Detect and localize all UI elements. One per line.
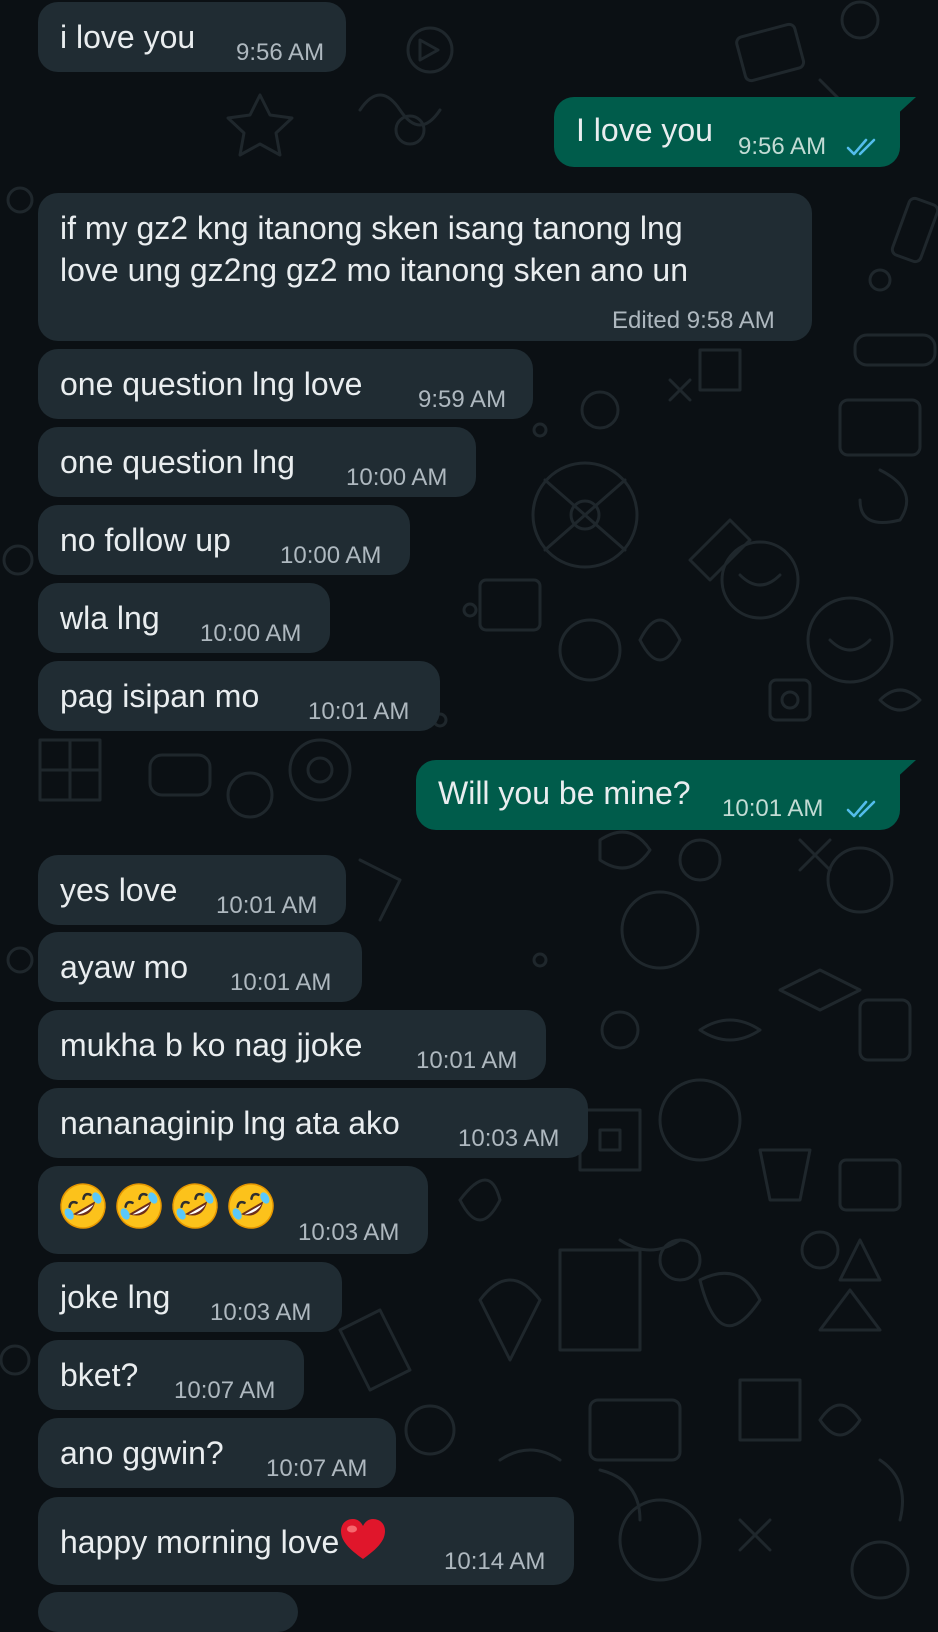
message-time: 10:01 AM [230,969,332,996]
message-bubble-incoming[interactable]: yes love 10:01 AM [38,855,346,925]
message-text: nananaginip lng ata ako [60,1105,400,1141]
message-time: 9:56 AM [738,133,827,160]
message-time: 10:01 AM [416,1047,518,1074]
message-bubble-incoming[interactable]: ayaw mo 10:01 AM [38,932,362,1002]
rolling-laughing-emoji-icon [228,1183,274,1229]
message-bubble-outgoing[interactable]: Will you be mine? 10:01 AM [416,760,916,830]
message-time: 10:01 AM [308,698,410,725]
message-text: Will you be mine? [438,775,691,811]
chat-messages[interactable]: i love you 9:56 AM I love you 9:56 AM if… [0,0,938,1632]
message-bubble-incoming[interactable]: one question lng love 9:59 AM [38,349,533,419]
message-bubble-incoming[interactable]: 10:03 AM [38,1166,428,1254]
message-bubble-incoming[interactable]: nananaginip lng ata ako 10:03 AM [38,1088,588,1158]
message-text: one question lng [60,444,295,480]
message-time: 10:03 AM [210,1299,312,1326]
message-text: ano ggwin? [60,1435,224,1471]
message-bubble-incoming[interactable]: if my gz2 kng itanong sken isang tanong … [38,193,812,341]
message-bubble-incoming[interactable]: pag isipan mo 10:01 AM [38,661,440,731]
double-check-read-icon [846,138,876,156]
message-edited-time: Edited 9:58 AM [612,307,775,334]
message-text: wla lng [60,600,160,636]
message-time: 10:07 AM [266,1455,368,1482]
message-text: yes love [60,872,178,908]
message-text: one question lng love [60,366,363,402]
message-time: 10:01 AM [722,795,824,822]
rolling-laughing-emoji-icon [116,1183,162,1229]
message-text-with-emoji: happy morning love [60,1517,387,1563]
message-time: 9:59 AM [418,386,507,413]
message-bubble-incoming[interactable]: bket? 10:07 AM [38,1340,304,1410]
message-bubble-incoming[interactable]: ano ggwin? 10:07 AM [38,1418,396,1488]
message-time: 10:14 AM [444,1548,546,1575]
rolling-laughing-emoji-icon [172,1183,218,1229]
message-text: bket? [60,1357,139,1393]
message-bubble-incoming[interactable]: mukha b ko nag jjoke 10:01 AM [38,1010,546,1080]
message-time: 10:01 AM [216,892,318,919]
message-bubble-incoming[interactable]: one question lng 10:00 AM [38,427,476,497]
rolling-laughing-emoji-icon [60,1183,106,1229]
message-time: 10:00 AM [200,620,302,647]
red-heart-emoji-icon [341,1519,386,1559]
message-bubble-incoming-partial[interactable] [38,1592,298,1632]
message-text: happy morning love [60,1524,340,1560]
message-time: 10:03 AM [298,1219,400,1246]
double-check-read-icon [846,800,876,818]
message-time: 10:03 AM [458,1125,560,1152]
message-bubble-outgoing[interactable]: I love you 9:56 AM [554,97,916,167]
message-bubble-incoming[interactable]: no follow up 10:00 AM [38,505,410,575]
message-text-line: if my gz2 kng itanong sken isang tanong … [60,210,683,246]
message-bubble-incoming[interactable]: happy morning love 10:14 AM [38,1497,574,1585]
message-bubble-incoming[interactable]: i love you 9:56 AM [38,2,346,72]
message-time: 9:56 AM [236,39,325,66]
message-text: joke lng [60,1279,171,1315]
message-time: 10:07 AM [174,1377,276,1404]
message-text: I love you [576,112,713,148]
message-text: mukha b ko nag jjoke [60,1027,363,1063]
message-text: pag isipan mo [60,678,260,714]
message-bubble-incoming[interactable]: wla lng 10:00 AM [38,583,330,653]
message-time: 10:00 AM [346,464,448,491]
message-text: i love you [60,19,196,55]
emoji-row [58,1181,282,1231]
bubble-tail-icon [892,760,916,782]
message-text-line: love ung gz2ng gz2 mo itanong sken ano u… [60,252,689,288]
message-text: ayaw mo [60,949,189,985]
bubble-tail-icon [892,97,916,119]
message-text: no follow up [60,522,231,558]
message-bubble-incoming[interactable]: joke lng 10:03 AM [38,1262,342,1332]
message-time: 10:00 AM [280,542,382,569]
